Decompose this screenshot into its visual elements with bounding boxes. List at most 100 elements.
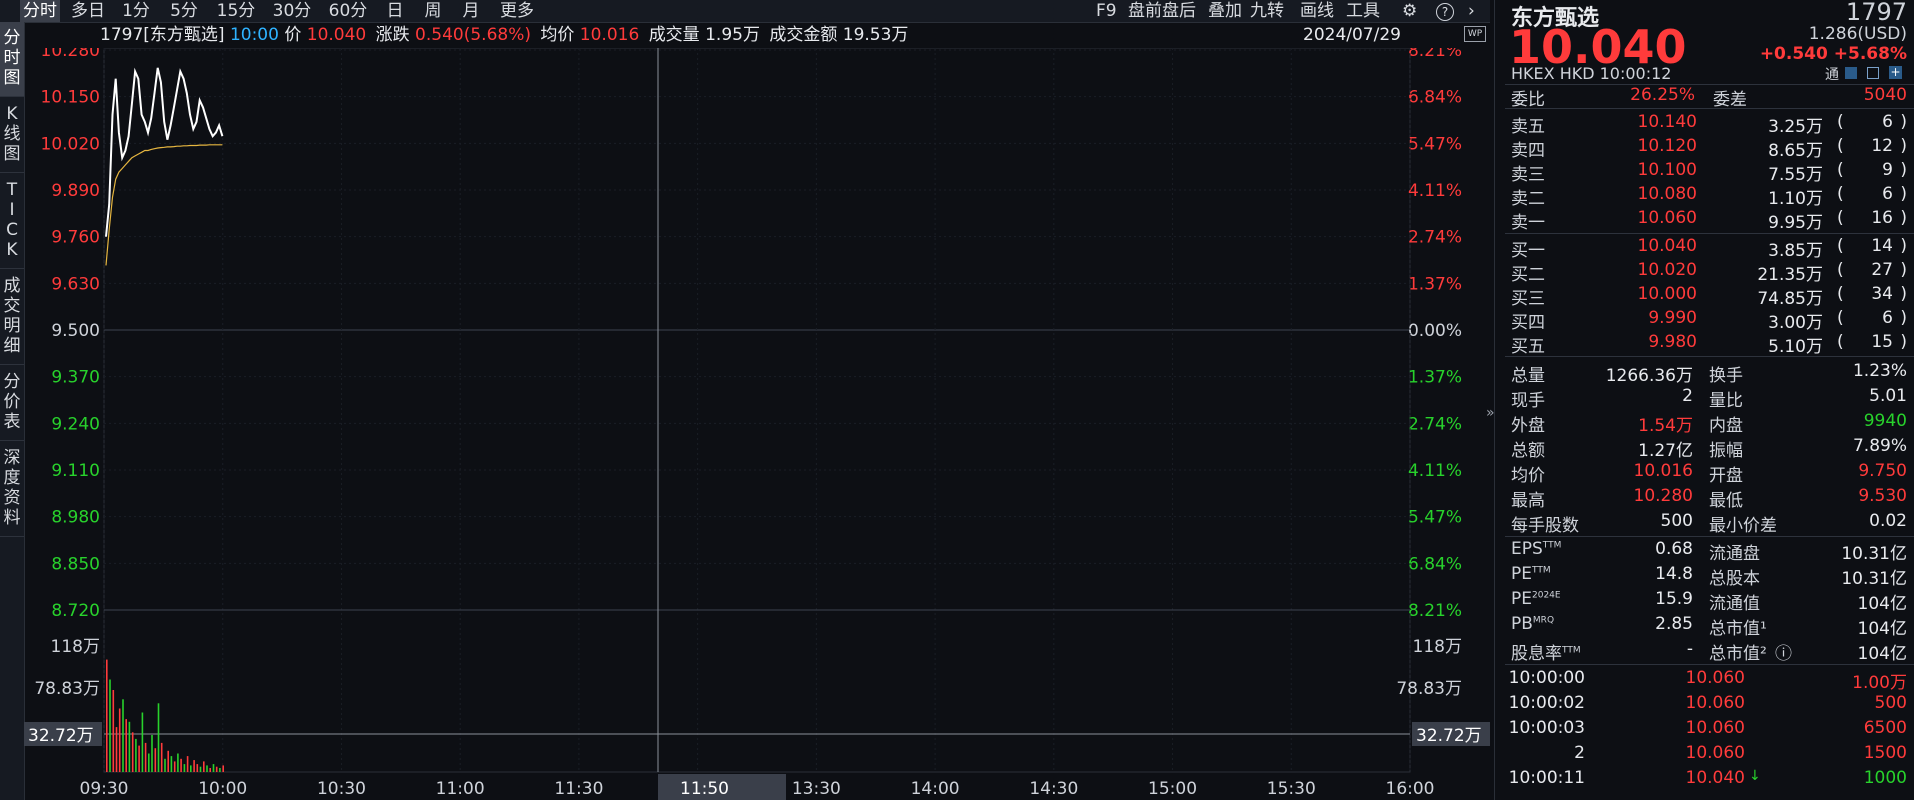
ask-row-1-price: 10.120 [1637, 136, 1697, 156]
stat-value: 2 [1682, 386, 1693, 406]
time-tick-label: 14:30 [1029, 779, 1078, 799]
period-tab-2[interactable]: 1分 [116, 0, 156, 22]
toolbar-item-1[interactable]: 盘前盘后 [1128, 0, 1196, 22]
volume-bar [199, 766, 202, 772]
connect-badge: 通 [1825, 67, 1839, 83]
bid-row-0-count: 14 [1871, 236, 1893, 256]
bid-row-1-count-open: ( [1837, 260, 1844, 280]
change-value: 0.540(5.68%) [415, 25, 531, 45]
ask-row-0-count: 6 [1882, 112, 1893, 132]
fund-label-suffix: TTM [1532, 565, 1551, 576]
fund-label-text: 股息率 [1511, 644, 1562, 664]
ask-row-2-label: 卖三 [1511, 165, 1545, 185]
stats-divider [1505, 536, 1914, 537]
volume-bar [135, 738, 137, 772]
bid-row-1-label: 买二 [1511, 265, 1545, 285]
percent-tick-label: 5.47% [1408, 508, 1462, 528]
period-tab-8[interactable]: 周 [418, 0, 448, 22]
window-icon[interactable] [1867, 67, 1879, 79]
fund-label-suffix: TTM [1562, 645, 1581, 656]
volume-value: 1.95万 [705, 25, 760, 45]
fund-value: - [1686, 639, 1693, 659]
period-tab-6[interactable]: 60分 [324, 0, 372, 22]
stat-label-2: 换手 [1709, 366, 1743, 386]
add-icon[interactable]: + [1889, 66, 1902, 79]
volume-bar [131, 732, 134, 772]
volume-bar [203, 761, 205, 772]
volume-tick-label-right: 78.83万 [1396, 679, 1462, 699]
fund-value-2: 10.31亿 [1841, 544, 1907, 564]
period-tab-9[interactable]: 月 [456, 0, 486, 22]
volume-bar [219, 768, 221, 772]
period-tab-7[interactable]: 日 [380, 0, 410, 22]
help-icon[interactable]: ? [1436, 3, 1454, 21]
percent-tick-label: 8.21% [1408, 601, 1462, 621]
time-tick-label: 16:00 [1386, 779, 1435, 799]
fund-label: 股息率TTM [1511, 639, 1581, 664]
toolbar-item-4[interactable]: 画线 [1300, 0, 1334, 22]
period-tab-3[interactable]: 5分 [164, 0, 204, 22]
percent-tick-label: 2.74% [1408, 414, 1462, 434]
bid-row-3-count-open: ( [1837, 308, 1844, 328]
quote-time: 10:00:12 [1599, 64, 1672, 83]
gear-icon[interactable]: ⚙ [1402, 0, 1417, 22]
tick-time: 10:00:11 [1508, 768, 1585, 788]
stat-label-2: 振幅 [1709, 441, 1743, 461]
fund-label: EPSTTM [1511, 539, 1561, 559]
ask-row-0-volume: 3.25万 [1768, 117, 1823, 137]
ask-row-2-price: 10.100 [1637, 160, 1697, 180]
percent-tick-label: 0.00% [1408, 321, 1462, 341]
bid-row-4-volume: 5.10万 [1768, 337, 1823, 357]
ask-row-0-count-open: ( [1837, 112, 1844, 132]
stat-label-2: 最小价差 [1709, 516, 1777, 536]
stat-value: 10.016 [1633, 461, 1693, 481]
intraday-chart[interactable]: 10.280 8.21% 10.150 6.84% 10.020 5.47% 9.890 4.… [0, 48, 1490, 800]
volume-bar [209, 768, 211, 772]
volume-bar [125, 719, 127, 772]
price-tick-label: 9.760 [51, 228, 100, 248]
volume-bar [222, 765, 224, 772]
percent-tick-label: 8.21% [1408, 48, 1462, 61]
stat-value-2: 0.02 [1869, 511, 1907, 531]
period-tab-10[interactable]: 更多 [494, 0, 540, 22]
volume-bar [160, 742, 163, 772]
stat-value-2: 7.89% [1852, 436, 1907, 456]
ask-row-1-label: 卖四 [1511, 141, 1545, 161]
toolbar-item-2[interactable]: 叠加 [1208, 0, 1242, 22]
time-tick-label: 10:00 [198, 779, 247, 799]
period-tab-4[interactable]: 15分 [212, 0, 260, 22]
down-arrow-icon: ↓ [1749, 768, 1761, 784]
toolbar-item-5[interactable]: 工具 [1346, 0, 1380, 22]
percent-tick-label: 6.84% [1408, 554, 1462, 574]
stat-label-2: 开盘 [1709, 466, 1743, 486]
time-tick-label: 10:30 [317, 779, 366, 799]
price-tick-label: 10.280 [41, 48, 100, 61]
period-tab-1[interactable]: 多日 [68, 0, 108, 22]
price-tick-label: 9.110 [51, 461, 100, 481]
cursor-time: 10:00 [229, 25, 279, 45]
toolbar-item-0[interactable]: F9 [1096, 0, 1117, 22]
tick-time: 10:00:02 [1508, 693, 1585, 713]
stat-value-2: 5.01 [1869, 386, 1907, 406]
volume-bar [122, 699, 124, 772]
fund-label-text: PE [1511, 589, 1532, 609]
info-icon[interactable]: ⓘ [1775, 639, 1792, 664]
fund-label: PE2024E [1511, 589, 1561, 609]
percent-tick-label: 4.11% [1408, 181, 1462, 201]
period-tab-5[interactable]: 30分 [268, 0, 316, 22]
period-tab-0[interactable]: 分时 [20, 0, 60, 22]
wp-badge[interactable]: WP [1464, 26, 1486, 42]
stat-value: 1266.36万 [1605, 366, 1693, 386]
fund-label-2: 流通盘 [1709, 544, 1760, 564]
tick-price: 10.040 [1685, 768, 1745, 788]
book-divider [1505, 356, 1914, 357]
ask-row-3-price: 10.080 [1637, 184, 1697, 204]
edit-icon[interactable] [1845, 67, 1857, 79]
toolbar-item-3[interactable]: 九转 [1250, 0, 1284, 22]
time-tick-label: 11:30 [554, 779, 603, 799]
volume-bar [128, 721, 131, 772]
chevron-right-icon[interactable]: › [1468, 0, 1475, 22]
price-label: 价 [284, 25, 302, 45]
stat-label-2: 量比 [1709, 391, 1743, 411]
currency: HKD [1559, 64, 1595, 83]
